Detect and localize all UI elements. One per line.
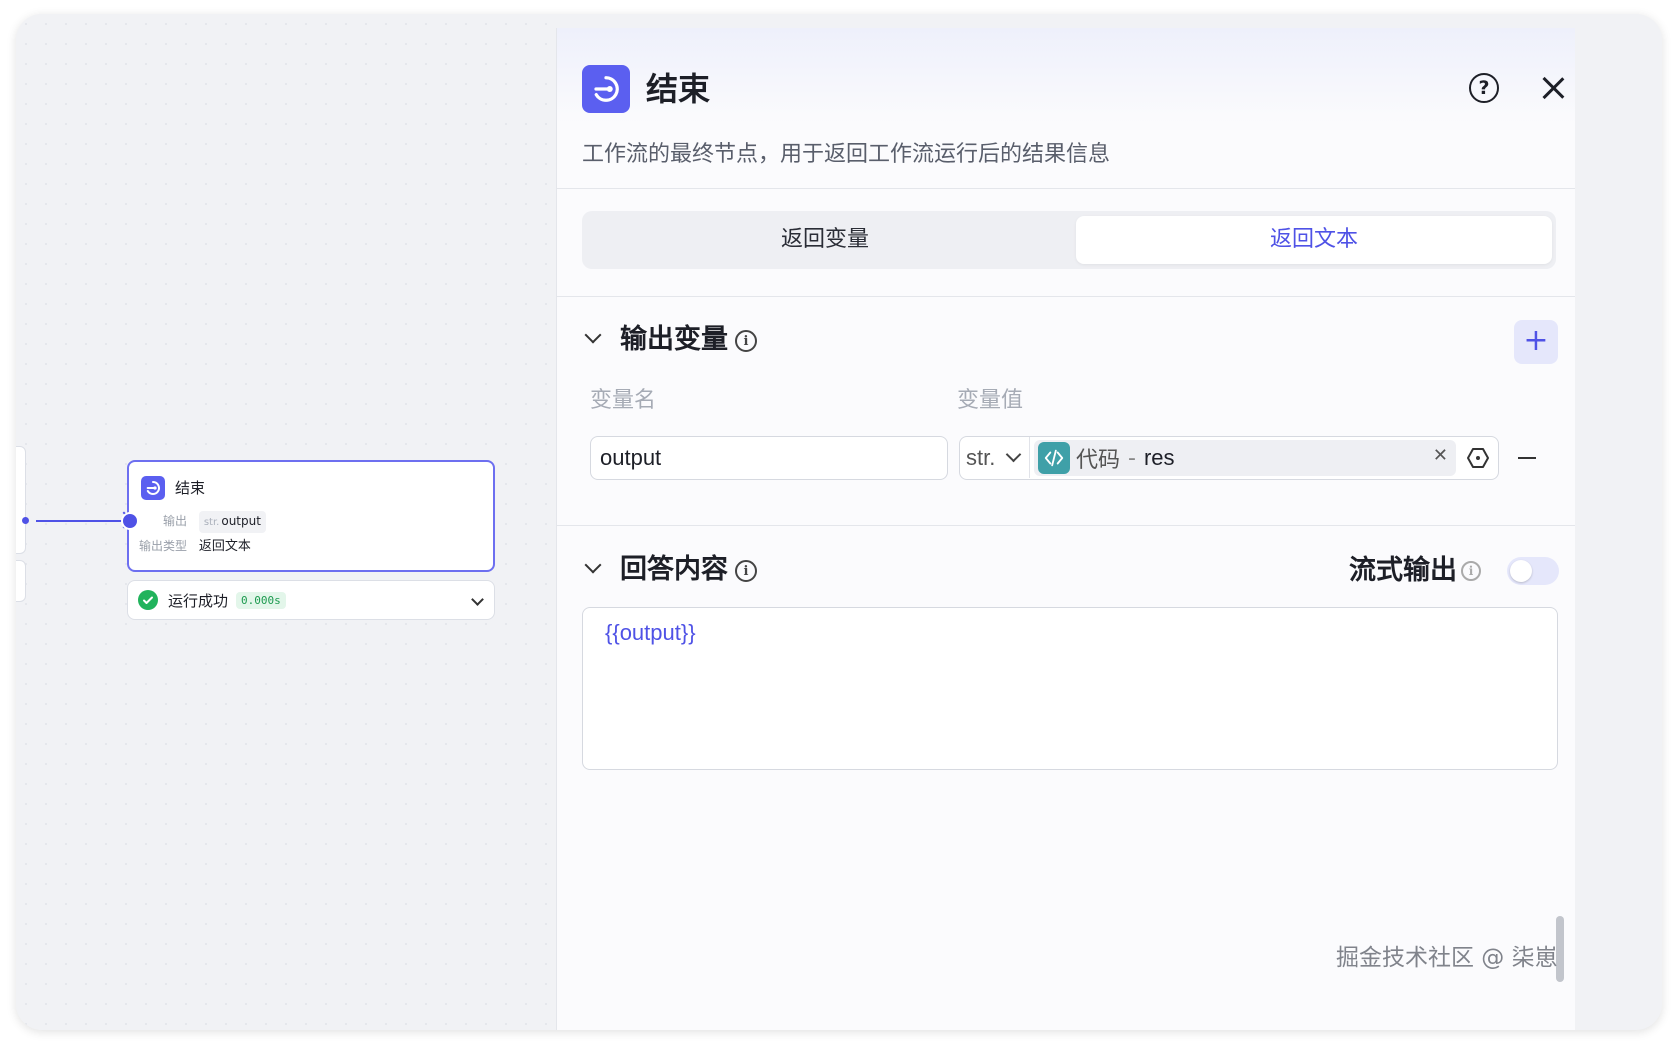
type-select[interactable]: str. (960, 437, 1030, 478)
node-output-row: 输出 str. output (163, 511, 266, 533)
panel-header: 结束 ? 工作流的最终节点，用于返回工作流运行后的结果信息 (557, 28, 1575, 189)
node-title: 结束 (175, 479, 206, 497)
node-output-label: 输出 (163, 514, 188, 528)
answer-content-text: {{output}} (605, 620, 696, 645)
run-status-bar[interactable]: 运行成功 0.000s (127, 580, 495, 620)
stream-output-label: 流式输出 (1349, 555, 1457, 586)
edge-source-port[interactable] (22, 517, 29, 524)
node-output-kind-value: 返回文本 (198, 539, 251, 554)
node-input-port[interactable] (121, 512, 139, 530)
close-icon[interactable] (1537, 72, 1569, 104)
add-variable-button[interactable]: + (1514, 320, 1558, 364)
remove-variable-button[interactable] (1518, 457, 1536, 459)
node-output-kind-label: 输出类型 (139, 539, 188, 553)
run-time-badge: 0.000s (236, 591, 286, 609)
watermark: 掘金技术社区 @ 柒崽 (1336, 945, 1558, 971)
reference-source: 代码 (1076, 448, 1121, 473)
app-window: 结束 输出 str.output 输出类型 返回文本 运行成功 0.000s (16, 14, 1662, 1030)
answer-content-editor[interactable]: {{output}} (582, 607, 1558, 770)
output-section-title: 输出变量 (620, 324, 728, 355)
variable-value-field: str. 代码 - res ✕ (959, 436, 1499, 480)
workflow-edge[interactable] (36, 520, 128, 522)
chevron-down-icon[interactable] (584, 556, 602, 574)
panel-description: 工作流的最终节点，用于返回工作流运行后的结果信息 (582, 142, 1111, 167)
node-output-kind-row: 输出类型 返回文本 (139, 536, 251, 557)
node-output-value: output (221, 514, 261, 528)
column-name-label: 变量名 (590, 388, 657, 413)
panel-title: 结束 (646, 70, 711, 108)
chevron-down-icon[interactable] (471, 593, 484, 606)
stream-output-toggle[interactable] (1507, 557, 1559, 585)
success-check-icon (138, 590, 158, 610)
end-node-icon (582, 65, 630, 113)
chevron-down-icon (1005, 446, 1022, 463)
variable-picker-icon[interactable] (1466, 446, 1490, 470)
workflow-canvas[interactable]: 结束 输出 str. output 输出类型 返回文本 运行成功 0.000s (16, 14, 556, 1030)
end-node-icon (141, 476, 165, 500)
mode-tabs: 返回变量 返回文本 (582, 211, 1556, 269)
tab-return-variable[interactable]: 返回变量 (587, 216, 1063, 264)
info-icon[interactable]: i (735, 330, 757, 352)
reference-variable: res (1143, 445, 1175, 470)
variable-reference-chip[interactable]: 代码 - res ✕ (1034, 440, 1456, 476)
divider (557, 525, 1575, 526)
tab-return-text[interactable]: 返回文本 (1076, 216, 1552, 264)
node-output-type: str. (203, 517, 220, 528)
reference-separator: - (1128, 445, 1136, 471)
previous-node-status-stub[interactable] (16, 560, 26, 602)
answer-section-title: 回答内容 (620, 554, 728, 585)
info-icon[interactable]: i (1461, 561, 1481, 581)
type-select-value: str. (966, 444, 996, 470)
run-status-text: 运行成功 (168, 591, 229, 610)
node-config-panel: 结束 ? 工作流的最终节点，用于返回工作流运行后的结果信息 返回变量 返回文本 … (556, 28, 1575, 1030)
node-output-chip: str. output (198, 511, 266, 533)
code-icon (1038, 442, 1070, 474)
previous-node-stub[interactable] (16, 446, 26, 554)
question-circle-icon[interactable]: ? (1469, 73, 1499, 103)
end-node[interactable]: 结束 输出 str. output 输出类型 返回文本 (121, 460, 495, 572)
divider (557, 296, 1575, 297)
close-small-icon[interactable]: ✕ (1433, 445, 1448, 466)
variable-name-input[interactable] (590, 436, 948, 480)
info-icon[interactable]: i (735, 560, 757, 582)
column-value-label: 变量值 (957, 388, 1024, 413)
chevron-down-icon[interactable] (584, 326, 602, 344)
